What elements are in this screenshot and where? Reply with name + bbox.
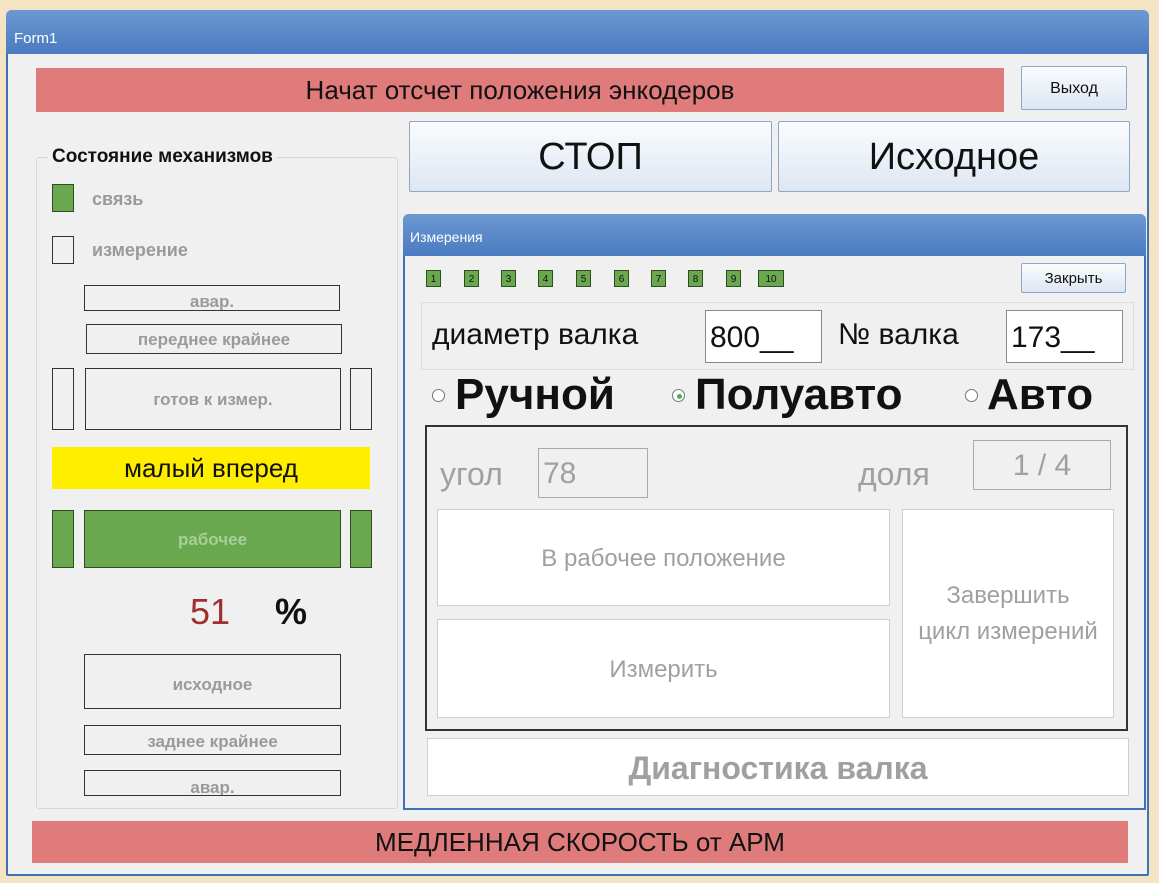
- measure-button[interactable]: Измерить: [437, 619, 890, 718]
- close-measurements-button[interactable]: Закрыть: [1021, 263, 1126, 293]
- avar-bottom-indicator: авар.: [84, 770, 341, 796]
- stop-button[interactable]: СТОП: [409, 121, 772, 192]
- diameter-label: диаметр валка: [432, 318, 639, 351]
- angle-field[interactable]: 78: [538, 448, 648, 498]
- title-bar[interactable]: [6, 10, 1149, 54]
- channel-8: 8: [688, 270, 703, 287]
- working-right-indicator: [350, 510, 372, 568]
- top-status-bar: Начат отсчет положения энкодеров: [36, 68, 1004, 112]
- channel-7: 7: [651, 270, 666, 287]
- mechanisms-group-title: Состояние механизмов: [48, 146, 277, 168]
- percent-value: 51: [190, 591, 231, 632]
- mode-manual-radio[interactable]: [432, 389, 445, 402]
- measurements-titlebar[interactable]: [403, 214, 1146, 256]
- channel-5: 5: [576, 270, 591, 287]
- izmerenie-indicator: [52, 236, 74, 264]
- svyaz-label: связь: [92, 189, 144, 209]
- bottom-status-bar: МЕДЛЕННАЯ СКОРОСТЬ от АРМ: [32, 821, 1128, 863]
- finish-cycle-label: Завершить цикл измерений: [918, 581, 1098, 645]
- channel-3: 3: [501, 270, 516, 287]
- share-label: доля: [858, 456, 930, 492]
- channel-9: 9: [726, 270, 741, 287]
- home-button[interactable]: Исходное: [778, 121, 1130, 192]
- ready-indicator: готов к измер.: [85, 368, 341, 430]
- finish-cycle-button[interactable]: Завершить цикл измерений: [902, 509, 1114, 718]
- roll-diagnostics-button[interactable]: Диагностика валка: [427, 738, 1129, 796]
- mode-manual-label[interactable]: Ручной: [455, 370, 615, 420]
- channel-4: 4: [538, 270, 553, 287]
- avar-top-indicator: авар.: [84, 285, 340, 311]
- working-indicator: рабочее: [84, 510, 341, 568]
- to-working-position-button[interactable]: В рабочее положение: [437, 509, 890, 606]
- working-left-indicator: [52, 510, 74, 568]
- channel-10: 10: [758, 270, 784, 287]
- diameter-input[interactable]: 800__: [705, 310, 822, 363]
- roll-number-label: № валка: [838, 318, 959, 351]
- measurements-title: Измерения: [410, 229, 483, 245]
- rear-limit-indicator: заднее крайнее: [84, 725, 341, 755]
- mode-auto-radio[interactable]: [965, 389, 978, 402]
- roll-number-input[interactable]: 173__: [1006, 310, 1123, 363]
- mode-semi-label[interactable]: Полуавто: [695, 370, 902, 420]
- percent-sign: %: [275, 591, 308, 632]
- channel-2: 2: [464, 270, 479, 287]
- home-state-indicator: исходное: [84, 654, 341, 709]
- slow-forward-indicator: малый вперед: [52, 447, 370, 489]
- channel-6: 6: [614, 270, 629, 287]
- izmerenie-label: измерение: [92, 240, 188, 260]
- mode-auto-label[interactable]: Авто: [987, 370, 1093, 420]
- channel-1: 1: [426, 270, 441, 287]
- svyaz-indicator: [52, 184, 74, 212]
- ready-right-indicator: [350, 368, 372, 430]
- mode-semi-selected-dot: [677, 394, 682, 399]
- window-title: Form1: [14, 30, 58, 47]
- exit-button[interactable]: Выход: [1021, 66, 1127, 110]
- share-field[interactable]: 1 / 4: [973, 440, 1111, 490]
- ready-left-indicator: [52, 368, 74, 430]
- front-limit-indicator: переднее крайнее: [86, 324, 342, 354]
- angle-label: угол: [440, 456, 503, 492]
- channel-number-row: 1 2 3 4 5 6 7 8 9 10: [426, 270, 806, 290]
